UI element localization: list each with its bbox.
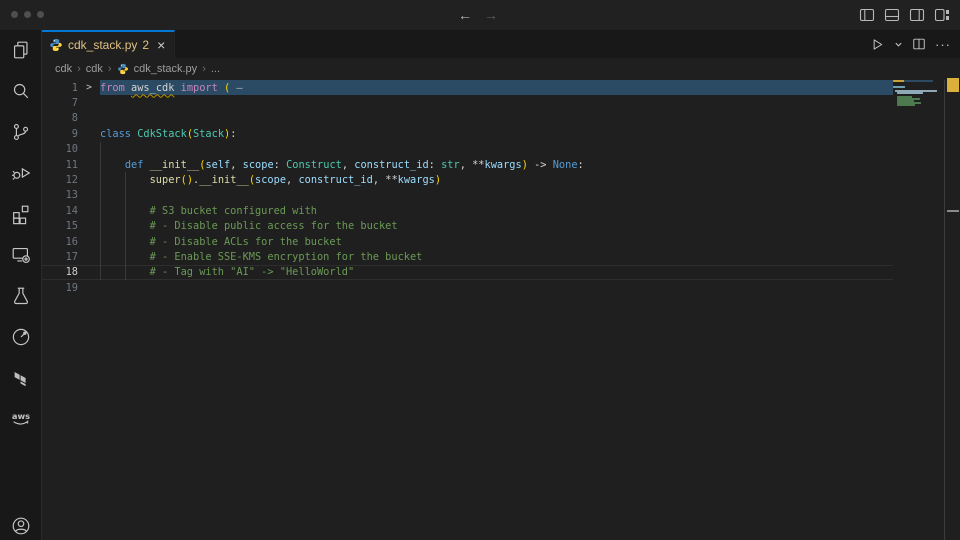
customize-layout-icon[interactable] [934,7,950,23]
line-number: 13 [42,189,78,201]
run-and-debug-icon[interactable] [9,161,33,185]
window-maximize-button[interactable] [37,11,44,18]
line-number: 15 [42,220,78,232]
code-line-7[interactable]: 7 [42,95,893,110]
code-line-16[interactable]: 16 # - Disable ACLs for the bucket [42,234,893,249]
run-dropdown-chevron-icon[interactable] [894,40,903,49]
code-line-12[interactable]: 12 super().__init__(scope, construct_id,… [42,172,893,187]
overview-ruler-marker [947,78,959,92]
python-file-icon [49,38,63,52]
overview-ruler-marker [947,210,959,212]
more-actions-icon[interactable]: ··· [935,37,951,52]
line-number: 18 [42,266,78,278]
line-number: 8 [42,112,78,124]
line-number: 12 [42,174,78,186]
code-text: # - Disable public access for the bucket [100,220,398,232]
breadcrumb-folder[interactable]: cdk [86,63,103,75]
fold-chevron-icon[interactable]: > [78,82,100,93]
tab-close-icon[interactable]: × [157,38,165,52]
activity-bar: aws [0,30,42,540]
line-number: 9 [42,128,78,140]
breadcrumb-separator-icon: › [108,63,112,75]
run-python-file-icon[interactable] [870,37,885,52]
code-line-17[interactable]: 17 # - Enable SSE-KMS encryption for the… [42,249,893,264]
window-minimize-button[interactable] [24,11,31,18]
tab-badge: 2 [142,38,149,52]
code-text: super().__init__(scope, construct_id, **… [100,174,441,186]
title-bar: ← → [0,0,960,30]
aws-toolkit-icon[interactable]: aws [9,407,33,431]
code-line-1[interactable]: 1>from aws_cdk import ( – [42,80,893,95]
source-control-icon[interactable] [9,120,33,144]
line-number: 10 [42,143,78,155]
breadcrumb-separator-icon: › [77,63,81,75]
toggle-panel-icon[interactable] [884,7,900,23]
line-number: 7 [42,97,78,109]
go-forward-icon[interactable]: → [484,7,498,23]
minimap-line [897,104,915,106]
tab-bar: cdk_stack.py 2 × ··· [42,30,960,58]
terraform-icon[interactable] [9,366,33,390]
account-icon[interactable] [9,514,33,538]
testing-beaker-icon[interactable] [9,284,33,308]
code-text: class CdkStack(Stack): [100,128,236,140]
code-editor[interactable]: 1>from aws_cdk import ( – 7 8 9 class CdkSta… [42,80,960,540]
split-editor-icon[interactable] [912,37,926,51]
breadcrumb: cdk › cdk › cdk_stack.py › ... [42,58,960,80]
line-number: 16 [42,236,78,248]
search-icon[interactable] [9,79,33,103]
tab-cdk-stack-py[interactable]: cdk_stack.py 2 × [42,30,175,58]
code-text: # - Disable ACLs for the bucket [100,236,342,248]
toggle-sidebar-left-icon[interactable] [859,7,875,23]
svg-text:aws: aws [11,411,29,421]
code-line-18[interactable]: 18 # - Tag with "AI" -> "HelloWorld" [42,265,893,280]
window-close-button[interactable] [11,11,18,18]
code-line-10[interactable]: 10 [42,142,893,157]
line-number: 14 [42,205,78,217]
line-number: 11 [42,159,78,171]
line-number: 19 [42,282,78,294]
timeline-circle-icon[interactable] [9,325,33,349]
code-line-13[interactable]: 13 [42,188,893,203]
remote-explorer-icon[interactable] [9,243,33,267]
breadcrumb-separator-icon: › [202,63,206,75]
minimap-line [893,86,905,88]
breadcrumb-folder[interactable]: cdk [55,63,72,75]
code-line-11[interactable]: 11 def __init__(self, scope: Construct, … [42,157,893,172]
code-text: def __init__(self, scope: Construct, con… [100,159,584,171]
line-number: 17 [42,251,78,263]
code-text: # - Enable SSE-KMS encryption for the bu… [100,251,422,263]
history-navigation: ← → [458,0,498,30]
breadcrumb-symbol[interactable]: ... [211,63,220,75]
code-text: from aws_cdk import ( – [100,82,243,94]
code-lines: 1>from aws_cdk import ( – 7 8 9 class CdkSta… [42,80,893,295]
code-line-14[interactable]: 14 # S3 bucket configured with [42,203,893,218]
toggle-sidebar-right-icon[interactable] [909,7,925,23]
line-number: 1 [42,82,78,94]
tab-label: cdk_stack.py [68,38,137,52]
window-controls[interactable] [11,11,44,18]
code-line-8[interactable]: 8 [42,111,893,126]
code-line-15[interactable]: 15 # - Disable public access for the buc… [42,219,893,234]
minimap-line [897,92,923,94]
breadcrumb-file[interactable]: cdk_stack.py [134,63,198,75]
minimap-line [893,80,904,82]
minimap[interactable] [893,80,944,540]
python-file-icon [117,63,129,75]
overview-ruler[interactable] [944,80,960,540]
explorer-icon[interactable] [9,38,33,62]
code-line-9[interactable]: 9 class CdkStack(Stack): [42,126,893,141]
go-back-icon[interactable]: ← [458,7,472,23]
code-line-19[interactable]: 19 [42,280,893,295]
code-text: # S3 bucket configured with [100,205,317,217]
code-text: # - Tag with "AI" -> "HelloWorld" [100,266,354,278]
extensions-icon[interactable] [9,202,33,226]
